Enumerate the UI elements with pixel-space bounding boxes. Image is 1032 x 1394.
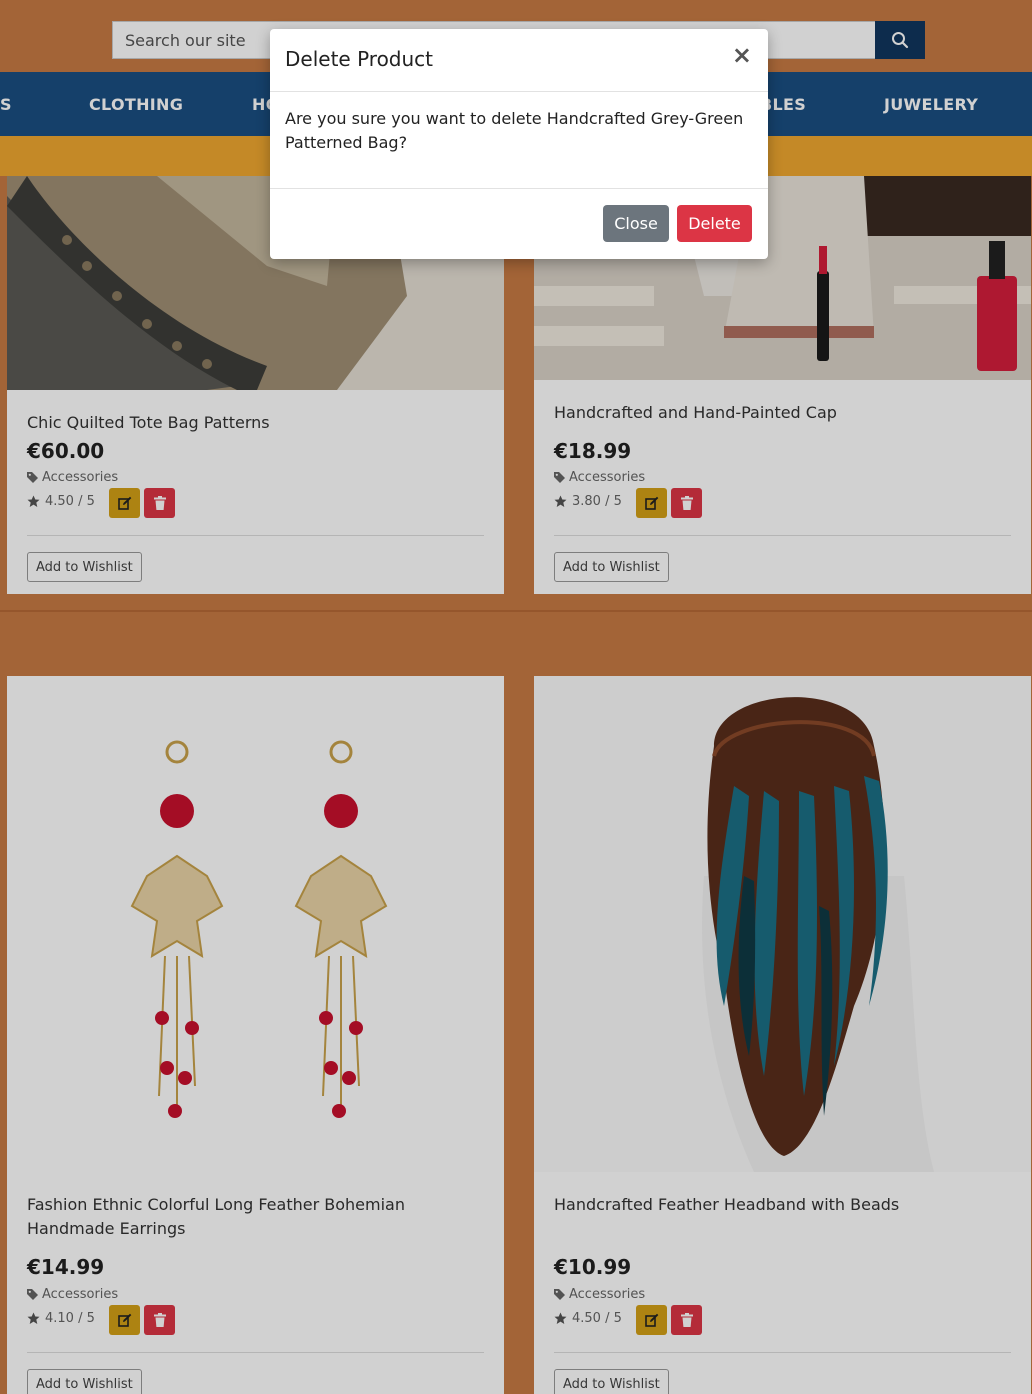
- confirm-delete-button[interactable]: Delete: [677, 205, 752, 242]
- modal-header: Delete Product ×: [270, 29, 768, 92]
- delete-product-modal: Delete Product × Are you sure you want t…: [270, 29, 768, 259]
- modal-message: Are you sure you want to delete Handcraf…: [285, 109, 744, 152]
- modal-title: Delete Product: [285, 47, 434, 71]
- close-icon[interactable]: ×: [732, 43, 752, 67]
- close-button[interactable]: Close: [603, 205, 669, 242]
